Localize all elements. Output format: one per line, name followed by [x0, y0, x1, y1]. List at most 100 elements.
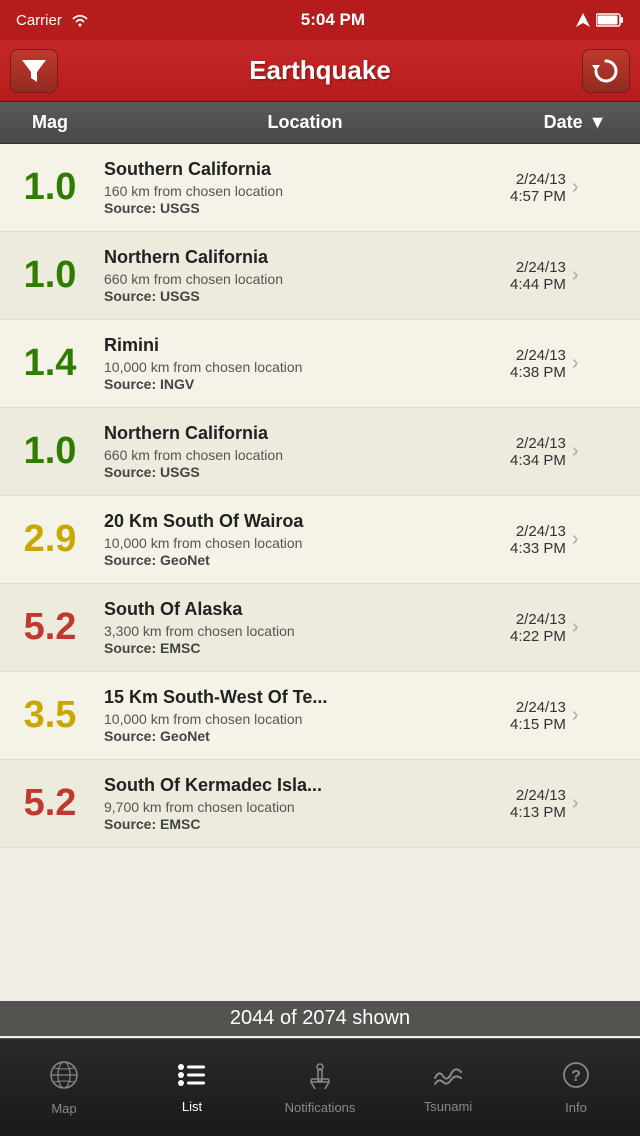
- tab-map-label: Map: [51, 1101, 76, 1116]
- eq-distance: 10,000 km from chosen location: [104, 711, 506, 727]
- mag-header: Mag: [0, 112, 100, 133]
- tab-tsunami[interactable]: Tsunami: [384, 1039, 512, 1136]
- eq-distance: 9,700 km from chosen location: [104, 799, 506, 815]
- eq-magnitude: 1.4: [0, 342, 100, 385]
- eq-date-col: 2/24/13 4:33 PM ›: [510, 523, 640, 557]
- chevron-right-icon: ›: [572, 616, 579, 639]
- eq-date-col: 2/24/13 4:34 PM ›: [510, 435, 640, 469]
- app-header: Earthquake: [0, 40, 640, 102]
- eq-date: 2/24/13 4:57 PM: [510, 171, 566, 205]
- eq-source: Source: EMSC: [104, 640, 506, 656]
- eq-name: Southern California: [104, 159, 506, 181]
- filter-icon: [20, 58, 48, 84]
- tab-map[interactable]: Map: [0, 1039, 128, 1136]
- eq-distance: 10,000 km from chosen location: [104, 359, 506, 375]
- eq-magnitude: 5.2: [0, 606, 100, 649]
- eq-source: Source: EMSC: [104, 816, 506, 832]
- earthquake-row[interactable]: 1.0 Northern California 660 km from chos…: [0, 408, 640, 496]
- tsunami-icon: [433, 1062, 463, 1095]
- earthquake-row[interactable]: 3.5 15 Km South-West Of Te... 10,000 km …: [0, 672, 640, 760]
- app-title: Earthquake: [249, 55, 391, 86]
- earthquake-row[interactable]: 1.0 Northern California 660 km from chos…: [0, 232, 640, 320]
- chevron-right-icon: ›: [572, 528, 579, 551]
- chevron-right-icon: ›: [572, 704, 579, 727]
- eq-date: 2/24/13 4:38 PM: [510, 347, 566, 381]
- eq-date: 2/24/13 4:44 PM: [510, 259, 566, 293]
- battery-icon: [596, 13, 624, 27]
- eq-source: Source: USGS: [104, 200, 506, 216]
- count-overlay: 2044 of 2074 shown: [0, 1001, 640, 1036]
- eq-info: South Of Kermadec Isla... 9,700 km from …: [100, 767, 510, 840]
- eq-magnitude: 5.2: [0, 782, 100, 825]
- eq-source: Source: GeoNet: [104, 552, 506, 568]
- notifications-icon: [306, 1061, 334, 1096]
- status-time: 5:04 PM: [301, 10, 365, 30]
- status-bar-right: [576, 13, 624, 27]
- eq-date: 2/24/13 4:33 PM: [510, 523, 566, 557]
- tab-list[interactable]: List: [128, 1039, 256, 1136]
- earthquake-row[interactable]: 2.9 20 Km South Of Wairoa 10,000 km from…: [0, 496, 640, 584]
- eq-info: Southern California 160 km from chosen l…: [100, 151, 510, 224]
- eq-name: South Of Kermadec Isla...: [104, 775, 506, 797]
- eq-distance: 660 km from chosen location: [104, 447, 506, 463]
- refresh-button[interactable]: [582, 49, 630, 93]
- sort-icon: ▼: [589, 112, 607, 133]
- eq-date: 2/24/13 4:15 PM: [510, 699, 566, 733]
- eq-date-col: 2/24/13 4:57 PM ›: [510, 171, 640, 205]
- date-header: Date ▼: [510, 112, 640, 133]
- status-bar-left: Carrier: [16, 12, 90, 29]
- eq-info: Northern California 660 km from chosen l…: [100, 415, 510, 488]
- eq-date-col: 2/24/13 4:22 PM ›: [510, 611, 640, 645]
- earthquake-row[interactable]: 1.0 Southern California 160 km from chos…: [0, 144, 640, 232]
- eq-distance: 3,300 km from chosen location: [104, 623, 506, 639]
- chevron-right-icon: ›: [572, 176, 579, 199]
- earthquake-row[interactable]: 5.2 South Of Alaska 3,300 km from chosen…: [0, 584, 640, 672]
- wifi-icon: [70, 13, 90, 27]
- tab-bar: Map List Notifications: [0, 1038, 640, 1136]
- eq-name: South Of Alaska: [104, 599, 506, 621]
- eq-date: 2/24/13 4:13 PM: [510, 787, 566, 821]
- svg-text:?: ?: [571, 1068, 581, 1085]
- status-bar: Carrier 5:04 PM: [0, 0, 640, 40]
- chevron-right-icon: ›: [572, 352, 579, 375]
- info-icon: ?: [562, 1061, 590, 1096]
- chevron-right-icon: ›: [572, 792, 579, 815]
- eq-distance: 10,000 km from chosen location: [104, 535, 506, 551]
- eq-name: Rimini: [104, 335, 506, 357]
- eq-magnitude: 1.0: [0, 430, 100, 473]
- tab-notifications-label: Notifications: [285, 1100, 356, 1115]
- list-icon: [177, 1062, 207, 1095]
- eq-date-col: 2/24/13 4:38 PM ›: [510, 347, 640, 381]
- eq-magnitude: 1.0: [0, 166, 100, 209]
- eq-name: 15 Km South-West Of Te...: [104, 687, 506, 709]
- refresh-icon: [592, 57, 620, 85]
- eq-magnitude: 1.0: [0, 254, 100, 297]
- eq-distance: 660 km from chosen location: [104, 271, 506, 287]
- eq-magnitude: 3.5: [0, 694, 100, 737]
- eq-distance: 160 km from chosen location: [104, 183, 506, 199]
- eq-source: Source: USGS: [104, 288, 506, 304]
- eq-info: Rimini 10,000 km from chosen location So…: [100, 327, 510, 400]
- chevron-right-icon: ›: [572, 264, 579, 287]
- eq-date-col: 2/24/13 4:15 PM ›: [510, 699, 640, 733]
- eq-name: Northern California: [104, 423, 506, 445]
- location-icon: [576, 13, 590, 27]
- eq-name: 20 Km South Of Wairoa: [104, 511, 506, 533]
- eq-date: 2/24/13 4:22 PM: [510, 611, 566, 645]
- tab-list-label: List: [182, 1099, 202, 1114]
- chevron-right-icon: ›: [572, 440, 579, 463]
- map-icon: [49, 1060, 79, 1097]
- eq-source: Source: INGV: [104, 376, 506, 392]
- eq-date-col: 2/24/13 4:44 PM ›: [510, 259, 640, 293]
- eq-info: 20 Km South Of Wairoa 10,000 km from cho…: [100, 503, 510, 576]
- filter-button[interactable]: [10, 49, 58, 93]
- tab-info-label: Info: [565, 1100, 587, 1115]
- tab-notifications[interactable]: Notifications: [256, 1039, 384, 1136]
- earthquake-row[interactable]: 5.2 South Of Kermadec Isla... 9,700 km f…: [0, 760, 640, 848]
- eq-date: 2/24/13 4:34 PM: [510, 435, 566, 469]
- eq-source: Source: USGS: [104, 464, 506, 480]
- tab-info[interactable]: ? Info: [512, 1039, 640, 1136]
- earthquake-row[interactable]: 1.4 Rimini 10,000 km from chosen locatio…: [0, 320, 640, 408]
- column-headers: Mag Location Date ▼: [0, 102, 640, 144]
- eq-name: Northern California: [104, 247, 506, 269]
